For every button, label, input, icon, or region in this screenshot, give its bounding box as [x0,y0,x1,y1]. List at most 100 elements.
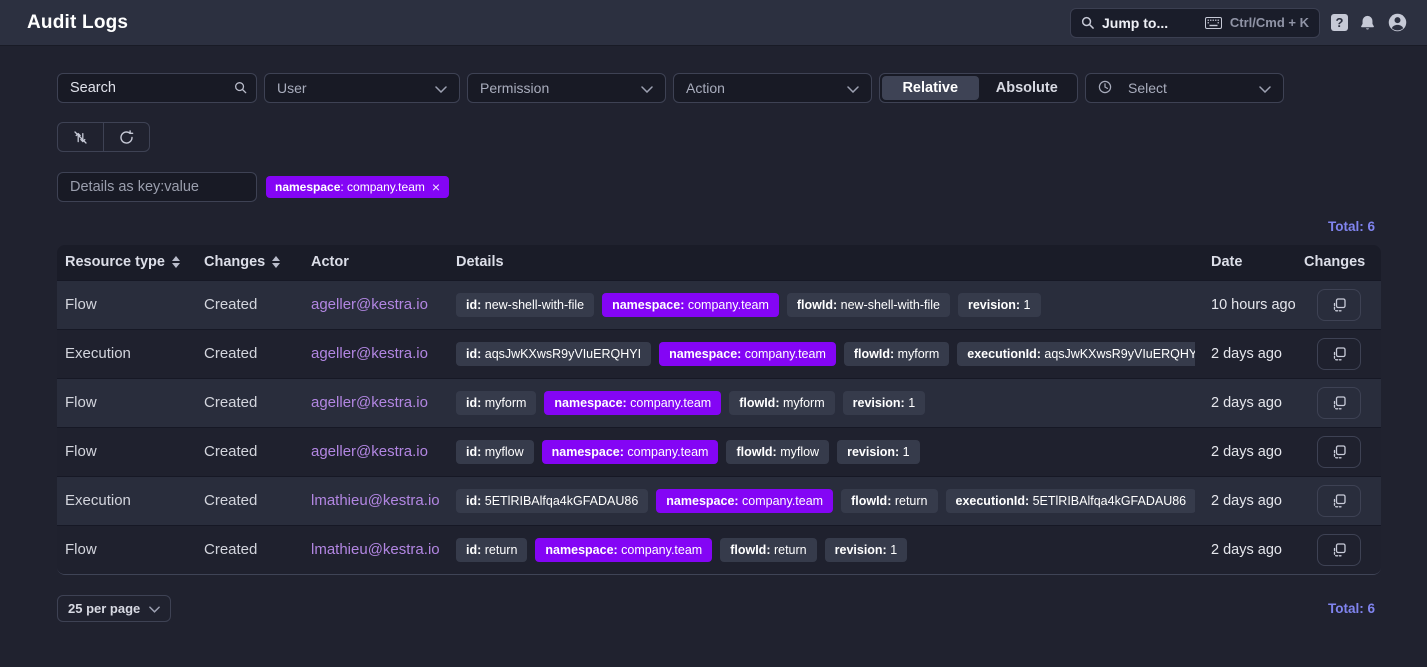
detail-badge: flowId: myform [844,342,949,366]
toggle-absolute[interactable]: Absolute [979,76,1076,100]
jump-to-input[interactable] [1102,15,1197,31]
chevron-down-icon [149,601,160,616]
header-changes[interactable]: Changes [196,245,303,280]
table-row[interactable]: Flow Created ageller@kestra.io id: myflo… [57,427,1381,476]
date-range-select[interactable]: Select [1085,73,1284,103]
clock-icon [1098,80,1112,97]
audit-table-card: Resource type Changes Actor Details Date… [57,245,1381,575]
search-input[interactable] [57,73,257,103]
detail-badge: id: myflow [456,440,534,464]
action-filter-label: Action [686,80,725,96]
table-row[interactable]: Flow Created ageller@kestra.io id: myfor… [57,378,1381,427]
avatar-icon [1387,12,1408,33]
actor-link[interactable]: ageller@kestra.io [311,345,428,362]
filters-row: User Permission Action Relative Absolute… [57,73,1427,103]
change-type-cell: Created [196,280,303,329]
refresh-button[interactable] [103,122,150,152]
per-page-select[interactable]: 25 per page [57,595,171,622]
details-filter-row: namespace: company.team × [57,172,1427,202]
resource-type-cell: Flow [57,378,196,427]
changes-diff-button[interactable] [1317,534,1361,566]
detail-badge: namespace: company.team [535,538,712,562]
resource-type-cell: Flow [57,525,196,574]
actor-link[interactable]: lmathieu@kestra.io [311,492,440,509]
refresh-icon [119,130,134,145]
details-cell-badges: id: return namespace: company.team flowId:… [456,538,1195,562]
resource-type-cell: Execution [57,329,196,378]
detail-badge: revision: 1 [825,538,908,562]
resource-type-cell: Flow [57,280,196,329]
change-type-cell: Created [196,378,303,427]
auto-refresh-off-button[interactable] [57,122,104,152]
navbar-right-cluster: Ctrl/Cmd + K ? [1070,8,1408,38]
arrows-off-icon [72,129,89,146]
table-row[interactable]: Execution Created lmathieu@kestra.io id:… [57,476,1381,525]
table-row[interactable]: Flow Created lmathieu@kestra.io id: retu… [57,525,1381,574]
time-mode-toggle: Relative Absolute [879,73,1078,103]
detail-badge: executionId: 5ETlRIBAlfqa4kGFADAU86 [946,489,1196,513]
detail-badge: flowId: myform [729,391,834,415]
table-total-label: Total: 6 [57,219,1381,234]
chevron-down-icon [847,80,859,96]
detail-badge: flowId: return [841,489,937,513]
audit-table-body: Flow Created ageller@kestra.io id: new-s… [57,280,1381,574]
table-footer: 25 per page Total: 6 [57,595,1381,622]
detail-badge: id: return [456,538,527,562]
changes-diff-button[interactable] [1317,289,1361,321]
header-label: Resource type [65,254,165,270]
changes-diff-button[interactable] [1317,338,1361,370]
actor-link[interactable]: lmathieu@kestra.io [311,541,440,558]
action-filter-select[interactable]: Action [673,73,872,103]
date-range-label: Select [1128,80,1251,96]
per-page-label: 25 per page [68,601,140,616]
details-field-wrap [57,172,257,202]
details-filter-input[interactable] [57,172,257,202]
actor-link[interactable]: ageller@kestra.io [311,296,428,313]
permission-filter-select[interactable]: Permission [467,73,666,103]
changes-diff-button[interactable] [1317,436,1361,468]
detail-badge: flowId: return [720,538,816,562]
resource-type-cell: Flow [57,427,196,476]
toggle-relative[interactable]: Relative [882,76,979,100]
detail-badge: flowId: myflow [726,440,829,464]
file-compare-icon [1330,345,1348,363]
detail-badge: revision: 1 [958,293,1041,317]
header-resource-type[interactable]: Resource type [57,245,196,280]
notifications-button[interactable] [1359,14,1376,32]
change-type-cell: Created [196,427,303,476]
date-cell: 2 days ago [1203,427,1296,476]
sort-icon [172,256,180,268]
jump-to-search[interactable]: Ctrl/Cmd + K [1070,8,1320,38]
date-cell: 2 days ago [1203,525,1296,574]
audit-table: Resource type Changes Actor Details Date… [57,245,1381,574]
table-row[interactable]: Flow Created ageller@kestra.io id: new-s… [57,280,1381,329]
page-title: Audit Logs [27,12,128,34]
changes-diff-button[interactable] [1317,485,1361,517]
file-compare-icon [1330,541,1348,559]
detail-badge: id: new-shell-with-file [456,293,594,317]
change-type-cell: Created [196,525,303,574]
date-cell: 2 days ago [1203,476,1296,525]
file-compare-icon [1330,394,1348,412]
changes-diff-button[interactable] [1317,387,1361,419]
chevron-down-icon [435,80,447,96]
detail-badge: namespace: company.team [659,342,836,366]
detail-badge: id: aqsJwKXwsR9yVIuERQHYI [456,342,651,366]
main-content: User Permission Action Relative Absolute… [0,46,1427,622]
user-filter-label: User [277,80,307,96]
search-icon [1081,16,1094,29]
table-row[interactable]: Execution Created ageller@kestra.io id: … [57,329,1381,378]
sort-icon [272,256,280,268]
chevron-down-icon [641,80,653,96]
close-icon[interactable]: × [432,180,440,194]
actor-link[interactable]: ageller@kestra.io [311,394,428,411]
bell-icon [1359,14,1376,32]
user-menu-button[interactable] [1387,12,1408,33]
date-cell: 2 days ago [1203,378,1296,427]
user-filter-select[interactable]: User [264,73,460,103]
help-button[interactable]: ? [1331,14,1348,31]
tag-key: namespace [275,180,340,194]
detail-badge: executionId: aqsJwKXwsR9yVIuERQHYI [957,342,1195,366]
namespace-filter-tag: namespace: company.team × [266,176,449,198]
actor-link[interactable]: ageller@kestra.io [311,443,428,460]
